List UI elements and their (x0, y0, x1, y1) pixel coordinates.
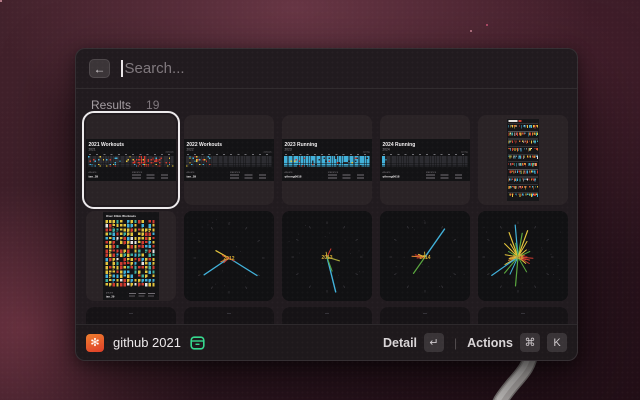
svg-text:yihong0618: yihong0618 (285, 175, 302, 179)
svg-text:STATISTICS: STATISTICS (132, 171, 143, 174)
svg-text:2022: 2022 (187, 148, 194, 152)
thumbnail-cut-off (380, 307, 470, 324)
svg-text:running: running (363, 152, 370, 154)
back-arrow-icon: ← (94, 62, 106, 76)
return-keycap[interactable]: ↵ (424, 333, 444, 352)
results-scroll-area[interactable]: 2021 Workouts 2021 workouts ATHLETE ian_… (76, 111, 577, 324)
thumbnail-cut-off (86, 307, 176, 324)
thumbnail-radial-chart: 2014 (380, 211, 470, 301)
thumbnail-heatmap-poster: 2021 Workouts 2021 workouts ATHLETE ian_… (86, 139, 176, 181)
svg-text:ian_29: ian_29 (106, 295, 115, 299)
result-card-2023-running[interactable]: 2023 Running 2023 running ATHLETE yihong… (282, 115, 372, 205)
result-card-2014[interactable]: 2014 (380, 211, 470, 301)
svg-text:2018: 2018 (512, 255, 523, 261)
actions-label[interactable]: Actions (467, 336, 513, 350)
result-card-2012[interactable]: 2012 (184, 211, 274, 301)
thumbnail-radial-chart: 2018 (478, 211, 568, 301)
svg-text:ian_29: ian_29 (89, 175, 99, 179)
svg-text:yihong0618: yihong0618 (383, 175, 400, 179)
search-bar: ← Search... (76, 49, 577, 89)
thumbnail-heatmap-poster: 2023 Running 2023 running ATHLETE yihong… (282, 139, 372, 181)
back-button[interactable]: ← (89, 59, 110, 78)
result-card-cut (282, 307, 372, 324)
svg-text:2021: 2021 (89, 148, 96, 152)
github-poster-app-icon: ✻ (86, 334, 104, 352)
thumbnail-multi-year-poster (507, 119, 539, 201)
green-archive-icon (190, 336, 205, 350)
svg-text:2023: 2023 (285, 148, 292, 152)
svg-text:workouts: workouts (165, 151, 173, 154)
selected-item-title: github 2021 (113, 335, 181, 350)
svg-text:STATISTICS: STATISTICS (230, 171, 241, 174)
thumbnail-cut-off (184, 307, 274, 324)
svg-text:ian_29: ian_29 (187, 175, 197, 179)
result-card-2024-running[interactable]: 2024 Running 2024 running ATHLETE yihong… (380, 115, 470, 205)
thumbnail-cut-off (282, 307, 372, 324)
search-input[interactable]: Search... (125, 60, 185, 77)
result-card-2018[interactable]: 2018 (478, 211, 568, 301)
results-grid: 2021 Workouts 2021 workouts ATHLETE ian_… (86, 115, 567, 324)
svg-text:STATISTICS: STATISTICS (328, 171, 339, 174)
svg-text:2013: 2013 (321, 255, 332, 261)
status-bar: ✻ github 2021 Detail ↵ | Actions ⌘ K (76, 324, 577, 360)
thumbnail-radial-chart: 2013 (282, 211, 372, 301)
results-count: 19 (146, 98, 159, 112)
thumbnail-tall-poster: Over 10km Workouts ATHLETE ian_29 (103, 212, 159, 300)
detail-label: Detail (383, 336, 417, 350)
svg-text:STATISTICS: STATISTICS (426, 171, 437, 174)
k-keycap[interactable]: K (547, 333, 567, 352)
result-card-cut (184, 307, 274, 324)
hint-divider: | (454, 336, 457, 350)
svg-text:running: running (461, 152, 468, 154)
results-label: Results (91, 98, 131, 112)
thumbnail-cut-off (478, 307, 568, 324)
result-card-2013[interactable]: 2013 (282, 211, 372, 301)
result-card-cut (86, 307, 176, 324)
thumbnail-radial-chart: 2012 (184, 211, 274, 301)
svg-text:Over 10km Workouts: Over 10km Workouts (106, 214, 136, 218)
svg-text:2012: 2012 (223, 256, 234, 262)
result-card-cut (380, 307, 470, 324)
svg-text:2024: 2024 (383, 148, 390, 152)
thumbnail-heatmap-poster: 2024 Running 2024 running ATHLETE yihong… (380, 139, 470, 181)
launcher-window: ← Search... Results 19 2021 Workouts 202… (75, 48, 578, 361)
cmd-keycap[interactable]: ⌘ (520, 333, 540, 352)
svg-text:2014: 2014 (419, 255, 430, 261)
result-card-2022-workouts[interactable]: 2022 Workouts 2022 workouts ATHLETE ian_… (184, 115, 274, 205)
result-card-cut (478, 307, 568, 324)
text-caret (121, 60, 123, 77)
svg-text:workouts: workouts (263, 151, 271, 154)
results-header: Results 19 (76, 89, 577, 112)
result-card-2021-workouts[interactable]: 2021 Workouts 2021 workouts ATHLETE ian_… (86, 115, 176, 205)
result-card-multi-strip[interactable] (478, 115, 568, 205)
result-card-over-10km-workouts[interactable]: Over 10km Workouts ATHLETE ian_29 (86, 211, 176, 301)
thumbnail-heatmap-poster: 2022 Workouts 2022 workouts ATHLETE ian_… (184, 139, 274, 181)
